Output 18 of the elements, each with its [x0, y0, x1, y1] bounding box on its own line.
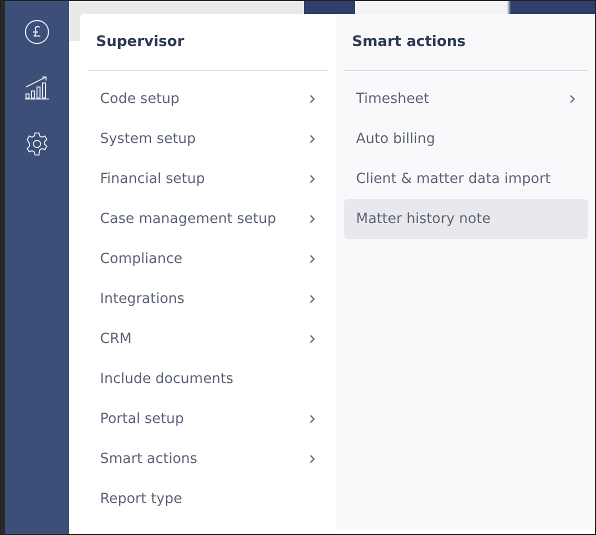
- menu-item[interactable]: Code setup: [88, 79, 328, 119]
- menu-item[interactable]: Case management setup: [88, 199, 328, 239]
- menu-item[interactable]: Smart actions: [88, 439, 328, 479]
- menu-item[interactable]: Report type: [88, 479, 328, 519]
- menu-heading: Supervisor: [95, 33, 186, 52]
- menu-heading: Smart actions: [351, 33, 467, 52]
- pound-icon[interactable]: [22, 17, 52, 47]
- menu-item[interactable]: Client & matter data import: [344, 159, 588, 199]
- menu-item[interactable]: CRM: [88, 319, 328, 359]
- menu-item[interactable]: Portal setup: [88, 399, 328, 439]
- menu-item[interactable]: Financial setup: [88, 159, 328, 199]
- menu-item[interactable]: Auto billing: [344, 119, 588, 159]
- menu-item[interactable]: Compliance: [88, 239, 328, 279]
- menu-item[interactable]: Integrations: [88, 279, 328, 319]
- menu-item[interactable]: Matter history note: [344, 199, 588, 239]
- menu-item[interactable]: System setup: [88, 119, 328, 159]
- menu-item[interactable]: Include documents: [88, 359, 328, 399]
- menu-item[interactable]: Timesheet: [344, 79, 588, 119]
